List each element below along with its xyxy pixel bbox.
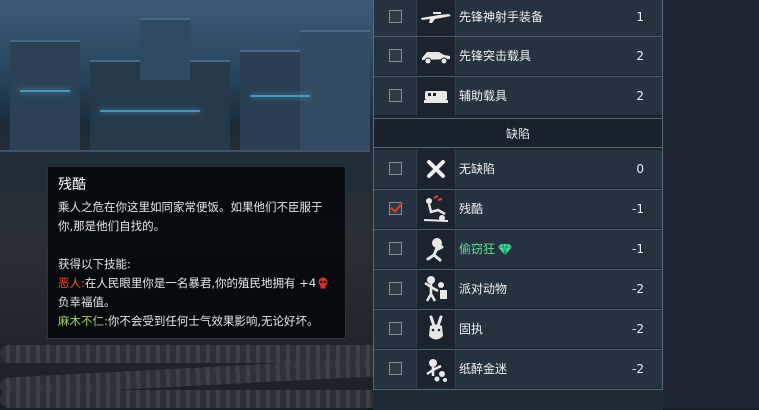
checkbox[interactable] <box>389 242 402 255</box>
skill-text-callous: 你不会受到任何士气效果影响,无论好坏。 <box>107 314 319 328</box>
list-item-flaw-4[interactable]: 固执 -2 <box>374 310 662 348</box>
tooltip-skill-callous: 麻木不仁:你不会受到任何士气效果影响,无论好坏。 <box>58 312 335 331</box>
panel-footer <box>373 389 663 410</box>
trait-tooltip: 残酷 乘人之危在你这里如同家常便饭。如果他们不臣服于 你,那是他们自找的。 获得… <box>47 166 346 339</box>
panel-right-background <box>663 0 759 409</box>
item-label: 固执 <box>459 322 484 336</box>
trait-selection-panel: 先锋神射手装备 1 先锋突击载具 2 辅助载具 2 缺陷 无缺陷 0 残酷 -1… <box>373 0 663 389</box>
support-vehicle-icon <box>416 77 456 115</box>
item-value: 1 <box>636 10 644 24</box>
tooltip-skill-evil: 恶人:在人民眼里你是一名暴君,你的殖民地拥有 +4 <box>58 274 335 293</box>
list-item-equipment-1[interactable]: 先锋突击载具 2 <box>374 37 662 75</box>
list-item-flaw-3[interactable]: 派对动物 -2 <box>374 270 662 308</box>
item-label: 无缺陷 <box>459 162 496 176</box>
checkbox[interactable] <box>389 322 402 335</box>
thief-icon <box>416 230 456 268</box>
tooltip-skill-evil-cont: 负幸福值。 <box>58 295 116 309</box>
gem-icon <box>498 232 513 270</box>
luxury-icon <box>416 350 456 388</box>
item-value: -2 <box>632 362 644 376</box>
skill-name-evil: 恶人: <box>58 276 85 290</box>
skill-text-evil: 在人民眼里你是一名暴君,你的殖民地拥有 +4 <box>84 276 317 290</box>
item-label-text: 偷窃狂 <box>459 242 496 256</box>
item-label: 纸醉金迷 <box>459 362 508 376</box>
item-value: -2 <box>632 282 644 296</box>
tooltip-description-cont: 你,那是他们自找的。 <box>58 219 166 233</box>
list-item-equipment-0[interactable]: 先锋神射手装备 1 <box>374 0 662 36</box>
checkbox[interactable] <box>389 362 402 375</box>
item-value: -2 <box>632 322 644 336</box>
item-value: -1 <box>632 242 644 256</box>
list-item-flaw-0[interactable]: 无缺陷 0 <box>374 150 662 188</box>
stubborn-donkey-icon <box>416 310 456 348</box>
item-label-kleptomaniac: 偷窃狂 <box>459 230 513 270</box>
item-value: 2 <box>636 89 644 103</box>
list-item-flaw-5[interactable]: 纸醉金迷 -2 <box>374 350 662 388</box>
skill-name-callous: 麻木不仁: <box>58 314 108 328</box>
rifle-icon <box>416 0 456 36</box>
list-item-flaw-2[interactable]: 偷窃狂 -1 <box>374 230 662 268</box>
assault-vehicle-icon <box>416 37 456 75</box>
item-label: 先锋神射手装备 <box>459 10 544 24</box>
party-icon <box>416 270 456 308</box>
item-label: 派对动物 <box>459 282 508 296</box>
cruel-icon <box>416 190 456 228</box>
skull-icon <box>318 276 328 289</box>
checkbox[interactable] <box>389 49 402 62</box>
item-value: 0 <box>636 162 644 176</box>
x-mark-icon <box>416 150 456 188</box>
list-item-flaw-1[interactable]: 残酷 -1 <box>374 190 662 228</box>
item-label: 先锋突击载具 <box>459 49 532 63</box>
tooltip-skills-heading: 获得以下技能: <box>58 257 131 271</box>
item-value: -1 <box>632 202 644 216</box>
section-header-flaws: 缺陷 <box>374 118 662 148</box>
checkbox[interactable] <box>389 282 402 295</box>
checkbox-checked[interactable] <box>389 202 402 215</box>
tooltip-title: 残酷 <box>58 177 86 193</box>
item-value: 2 <box>636 49 644 63</box>
tooltip-description: 乘人之危在你这里如同家常便饭。如果他们不臣服于 <box>58 200 323 214</box>
item-label: 辅助载具 <box>459 89 508 103</box>
checkbox[interactable] <box>389 89 402 102</box>
item-label: 残酷 <box>459 202 484 216</box>
checkbox[interactable] <box>389 162 402 175</box>
list-item-equipment-2[interactable]: 辅助载具 2 <box>374 77 662 115</box>
checkbox[interactable] <box>389 10 402 23</box>
